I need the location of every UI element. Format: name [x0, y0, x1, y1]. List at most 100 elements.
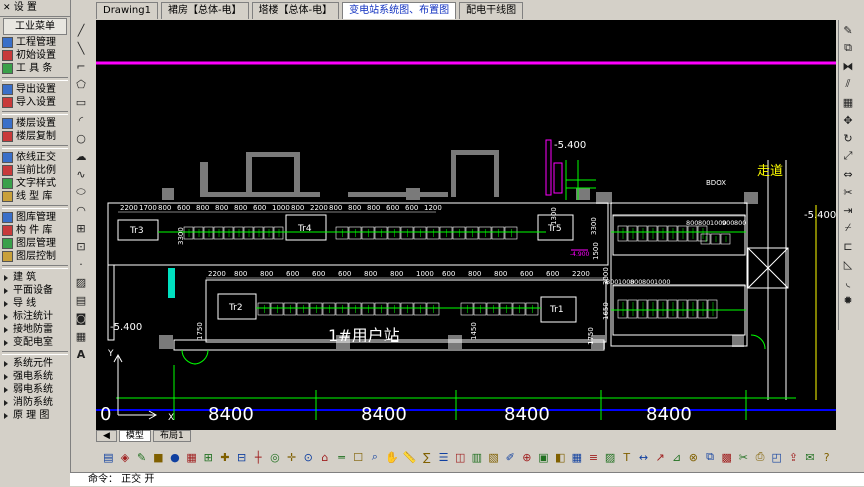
scroll-left-icon[interactable]: ◀ [96, 430, 117, 442]
ellipse-icon[interactable]: ⬭ [73, 184, 89, 200]
tab-tower[interactable]: 塔楼【总体-电】 [251, 2, 340, 19]
menu-item[interactable]: 变配电室 [0, 336, 70, 349]
scale-icon[interactable]: ⤢ [840, 148, 856, 164]
circle-icon[interactable]: ○ [73, 130, 89, 146]
preview-icon[interactable]: ◰ [770, 450, 783, 465]
menu-item[interactable]: 弱电系统 [0, 383, 70, 396]
dyn-icon[interactable]: ⌂ [319, 450, 332, 465]
menu-item[interactable]: 接地防雷 [0, 323, 70, 336]
linetype-icon[interactable]: ▦ [185, 450, 198, 465]
menu-title-button[interactable]: 工业菜单 [3, 18, 67, 35]
sheet-icon[interactable]: ▧ [487, 450, 500, 465]
mirror-icon[interactable]: ⧓ [840, 58, 856, 74]
zoom-icon[interactable]: ⌕ [369, 450, 382, 465]
close-icon[interactable]: ✕ [3, 3, 11, 13]
settings-header[interactable]: ✕ 设 置 [0, 0, 70, 17]
grid-icon[interactable]: ⊟ [235, 450, 248, 465]
image-icon[interactable]: ▩ [720, 450, 733, 465]
erase-icon[interactable]: ✎ [840, 22, 856, 38]
move-icon[interactable]: ✥ [840, 112, 856, 128]
match-prop-icon[interactable]: ✎ [135, 450, 148, 465]
hatch-icon[interactable]: ▨ [604, 450, 617, 465]
trim-icon[interactable]: ✂ [840, 184, 856, 200]
properties-icon[interactable]: ☰ [437, 450, 450, 465]
join-icon[interactable]: ⊏ [840, 238, 856, 254]
text-icon[interactable]: T [620, 450, 633, 465]
break-icon[interactable]: ⌿ [840, 220, 856, 236]
fillet-icon[interactable]: ◟ [840, 274, 856, 290]
tab-substation[interactable]: 变电站系统图、布置图 [342, 2, 457, 19]
make-block-icon[interactable]: ⊡ [73, 238, 89, 254]
menu-item[interactable]: 构 件 库 [0, 224, 70, 237]
ortho-icon[interactable]: ┼ [252, 450, 265, 465]
text-icon[interactable]: A [73, 346, 89, 362]
calc-icon[interactable]: ∑ [421, 450, 434, 465]
menu-item[interactable]: 图库管理 [0, 211, 70, 224]
region-icon[interactable]: ◙ [73, 310, 89, 326]
hatch-icon[interactable]: ▨ [73, 274, 89, 290]
lineweight-icon[interactable]: ⊞ [202, 450, 215, 465]
menu-item[interactable]: 工程管理 [0, 36, 70, 49]
gradient-icon[interactable]: ▤ [73, 292, 89, 308]
menu-item[interactable]: 楼层设置 [0, 117, 70, 130]
menu-item[interactable]: 工 具 条 [0, 62, 70, 75]
spline-icon[interactable]: ∿ [73, 166, 89, 182]
palette-icon[interactable]: ▥ [471, 450, 484, 465]
tab-drawing1[interactable]: Drawing1 [96, 2, 158, 19]
snap-icon[interactable]: ✚ [219, 450, 232, 465]
measure-icon[interactable]: 📏 [403, 450, 417, 465]
publish-icon[interactable]: ⇪ [787, 450, 800, 465]
ellipse-arc-icon[interactable]: ◠ [73, 202, 89, 218]
lwt-icon[interactable]: ═ [335, 450, 348, 465]
command-line[interactable]: 命令： 正交 开 [70, 472, 864, 486]
menu-item[interactable]: 初始设置 [0, 49, 70, 62]
menu-item[interactable]: 当前比例 [0, 164, 70, 177]
clip-icon[interactable]: ✂ [737, 450, 750, 465]
leader-icon[interactable]: ↗ [654, 450, 667, 465]
menu-item[interactable]: 图层管理 [0, 237, 70, 250]
tab-podium[interactable]: 裙房【总体-电】 [160, 2, 249, 19]
menu-item[interactable]: 导入设置 [0, 96, 70, 109]
center-icon[interactable]: ⊗ [687, 450, 700, 465]
menu-item[interactable]: 图层控制 [0, 250, 70, 263]
layer-state-icon[interactable]: ◈ [119, 450, 132, 465]
tab-distribution[interactable]: 配电干线图 [459, 2, 524, 19]
tab-model[interactable]: 模型 [118, 430, 151, 442]
revcloud-icon[interactable]: ☁ [73, 148, 89, 164]
menu-item[interactable]: 楼层复制 [0, 130, 70, 143]
model-icon[interactable]: ☐ [352, 450, 365, 465]
stretch-icon[interactable]: ⇔ [840, 166, 856, 182]
construction-line-icon[interactable]: ╲ [73, 40, 89, 56]
menu-item[interactable]: 线 型 库 [0, 190, 70, 203]
polyline-icon[interactable]: ⌐ [73, 58, 89, 74]
menu-item[interactable]: 系统元件 [0, 357, 70, 370]
otrack-icon[interactable]: ⊙ [302, 450, 315, 465]
menu-item[interactable]: 导出设置 [0, 83, 70, 96]
arc-icon[interactable]: ◜ [73, 112, 89, 128]
menu-item[interactable]: 原 理 图 [0, 409, 70, 422]
menu-item[interactable]: 导 线 [0, 297, 70, 310]
plot-icon[interactable]: ⎙ [754, 450, 767, 465]
quickcalc-icon[interactable]: ⊕ [521, 450, 534, 465]
tab-layout1[interactable]: 布局1 [152, 430, 191, 442]
menu-item[interactable]: 平面设备 [0, 284, 70, 297]
rectangle-icon[interactable]: ▭ [73, 94, 89, 110]
tolerance-icon[interactable]: ⊿ [670, 450, 683, 465]
polygon-icon[interactable]: ⬠ [73, 76, 89, 92]
line-tool-icon[interactable]: ╱ [73, 22, 89, 38]
menu-item[interactable]: 文字样式 [0, 177, 70, 190]
array-icon[interactable]: ▦ [840, 94, 856, 110]
save-icon[interactable]: ■ [152, 450, 165, 465]
osnap-icon[interactable]: ✛ [285, 450, 298, 465]
rotate-icon[interactable]: ↻ [840, 130, 856, 146]
extend-icon[interactable]: ⇥ [840, 202, 856, 218]
drawing-canvas[interactable]: Tr3 Tr4 Tr5 Tr2 Tr1 2200 1700 800 600 800 800… [96, 20, 836, 430]
insert-block-icon[interactable]: ⊞ [73, 220, 89, 236]
offset-icon[interactable]: ⫽ [840, 76, 856, 92]
color-icon[interactable]: ● [169, 450, 182, 465]
field-icon[interactable]: ≡ [587, 450, 600, 465]
etransmit-icon[interactable]: ✉ [804, 450, 817, 465]
explode-icon[interactable]: ✹ [840, 292, 856, 308]
attribute-icon[interactable]: ◧ [554, 450, 567, 465]
block-icon[interactable]: ▣ [537, 450, 550, 465]
